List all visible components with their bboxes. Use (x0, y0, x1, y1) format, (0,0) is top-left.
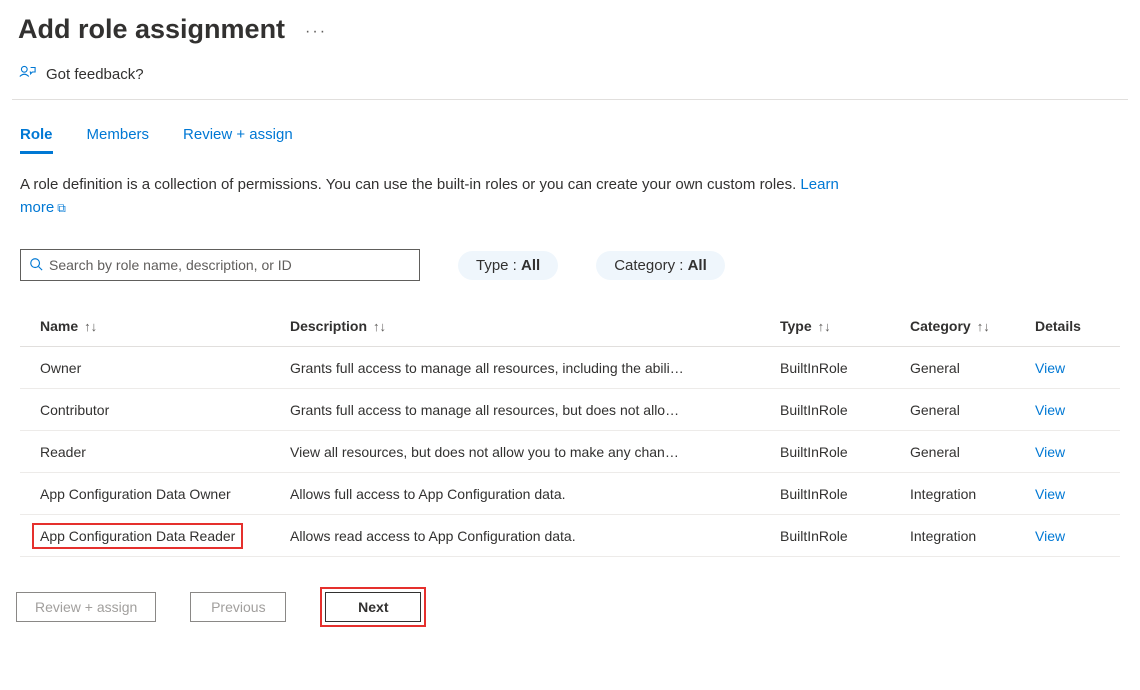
table-row[interactable]: ContributorGrants full access to manage … (20, 389, 1120, 431)
role-type: BuiltInRole (780, 360, 910, 376)
role-name: Owner (20, 360, 290, 376)
filter-category[interactable]: Category : All (596, 251, 725, 280)
view-link[interactable]: View (1035, 360, 1065, 376)
filter-type-value: All (521, 257, 540, 274)
role-description: Grants full access to manage all resourc… (290, 360, 780, 376)
more-actions-icon[interactable]: ··· (305, 23, 327, 41)
roles-table: Name↑↓ Description↑↓ Type↑↓ Category↑↓ D… (20, 305, 1120, 557)
tab-role[interactable]: Role (20, 126, 53, 154)
table-row[interactable]: OwnerGrants full access to manage all re… (20, 347, 1120, 389)
table-row[interactable]: ReaderView all resources, but does not a… (20, 431, 1120, 473)
role-description: Allows full access to App Configuration … (290, 486, 780, 502)
role-type: BuiltInRole (780, 444, 910, 460)
role-name: Reader (20, 444, 290, 460)
role-category: General (910, 444, 1035, 460)
search-box[interactable] (20, 249, 420, 281)
filter-category-label: Category : (614, 257, 687, 274)
feedback-link[interactable]: Got feedback? (0, 55, 1140, 99)
role-description: Grants full access to manage all resourc… (290, 402, 780, 418)
previous-button[interactable]: Previous (190, 592, 286, 622)
table-header: Name↑↓ Description↑↓ Type↑↓ Category↑↓ D… (20, 305, 1120, 347)
next-highlight: Next (320, 587, 426, 627)
footer-actions: Review + assign Previous Next (0, 557, 1140, 639)
feedback-icon (18, 63, 36, 85)
col-header-details: Details (1035, 318, 1095, 334)
col-header-name[interactable]: Name↑↓ (20, 318, 290, 334)
col-header-type[interactable]: Type↑↓ (780, 318, 910, 334)
role-category: Integration (910, 528, 1035, 544)
col-header-category[interactable]: Category↑↓ (910, 318, 1035, 334)
search-input[interactable] (49, 257, 411, 273)
search-icon (29, 257, 43, 274)
sort-icon: ↑↓ (977, 319, 990, 334)
intro-text: A role definition is a collection of per… (0, 154, 900, 225)
feedback-label: Got feedback? (46, 66, 144, 83)
next-button[interactable]: Next (325, 592, 421, 622)
role-description: Allows read access to App Configuration … (290, 528, 780, 544)
role-category: General (910, 402, 1035, 418)
role-category: General (910, 360, 1035, 376)
view-link[interactable]: View (1035, 402, 1065, 418)
filter-type[interactable]: Type : All (458, 251, 558, 280)
role-type: BuiltInRole (780, 486, 910, 502)
external-link-icon: ⧉ (57, 201, 66, 215)
view-link[interactable]: View (1035, 444, 1065, 460)
role-name: App Configuration Data Owner (20, 486, 290, 502)
review-assign-button[interactable]: Review + assign (16, 592, 156, 622)
sort-icon: ↑↓ (84, 319, 97, 334)
sort-icon: ↑↓ (373, 319, 386, 334)
page-title: Add role assignment (18, 14, 285, 45)
role-description: View all resources, but does not allow y… (290, 444, 780, 460)
tab-members[interactable]: Members (87, 126, 150, 154)
role-type: BuiltInRole (780, 528, 910, 544)
intro-body: A role definition is a collection of per… (20, 176, 800, 193)
table-row[interactable]: App Configuration Data OwnerAllows full … (20, 473, 1120, 515)
col-header-description[interactable]: Description↑↓ (290, 318, 780, 334)
sort-icon: ↑↓ (818, 319, 831, 334)
table-row[interactable]: App Configuration Data Reader Allows read… (20, 515, 1120, 557)
role-type: BuiltInRole (780, 402, 910, 418)
role-category: Integration (910, 486, 1035, 502)
view-link[interactable]: View (1035, 486, 1065, 502)
filter-type-label: Type : (476, 257, 521, 274)
view-link[interactable]: View (1035, 528, 1065, 544)
role-name: Contributor (20, 402, 290, 418)
role-name: App Configuration Data Reader (32, 523, 243, 549)
tabs: Role Members Review + assign (0, 100, 1140, 154)
filter-category-value: All (688, 257, 707, 274)
tab-review-assign[interactable]: Review + assign (183, 126, 293, 154)
